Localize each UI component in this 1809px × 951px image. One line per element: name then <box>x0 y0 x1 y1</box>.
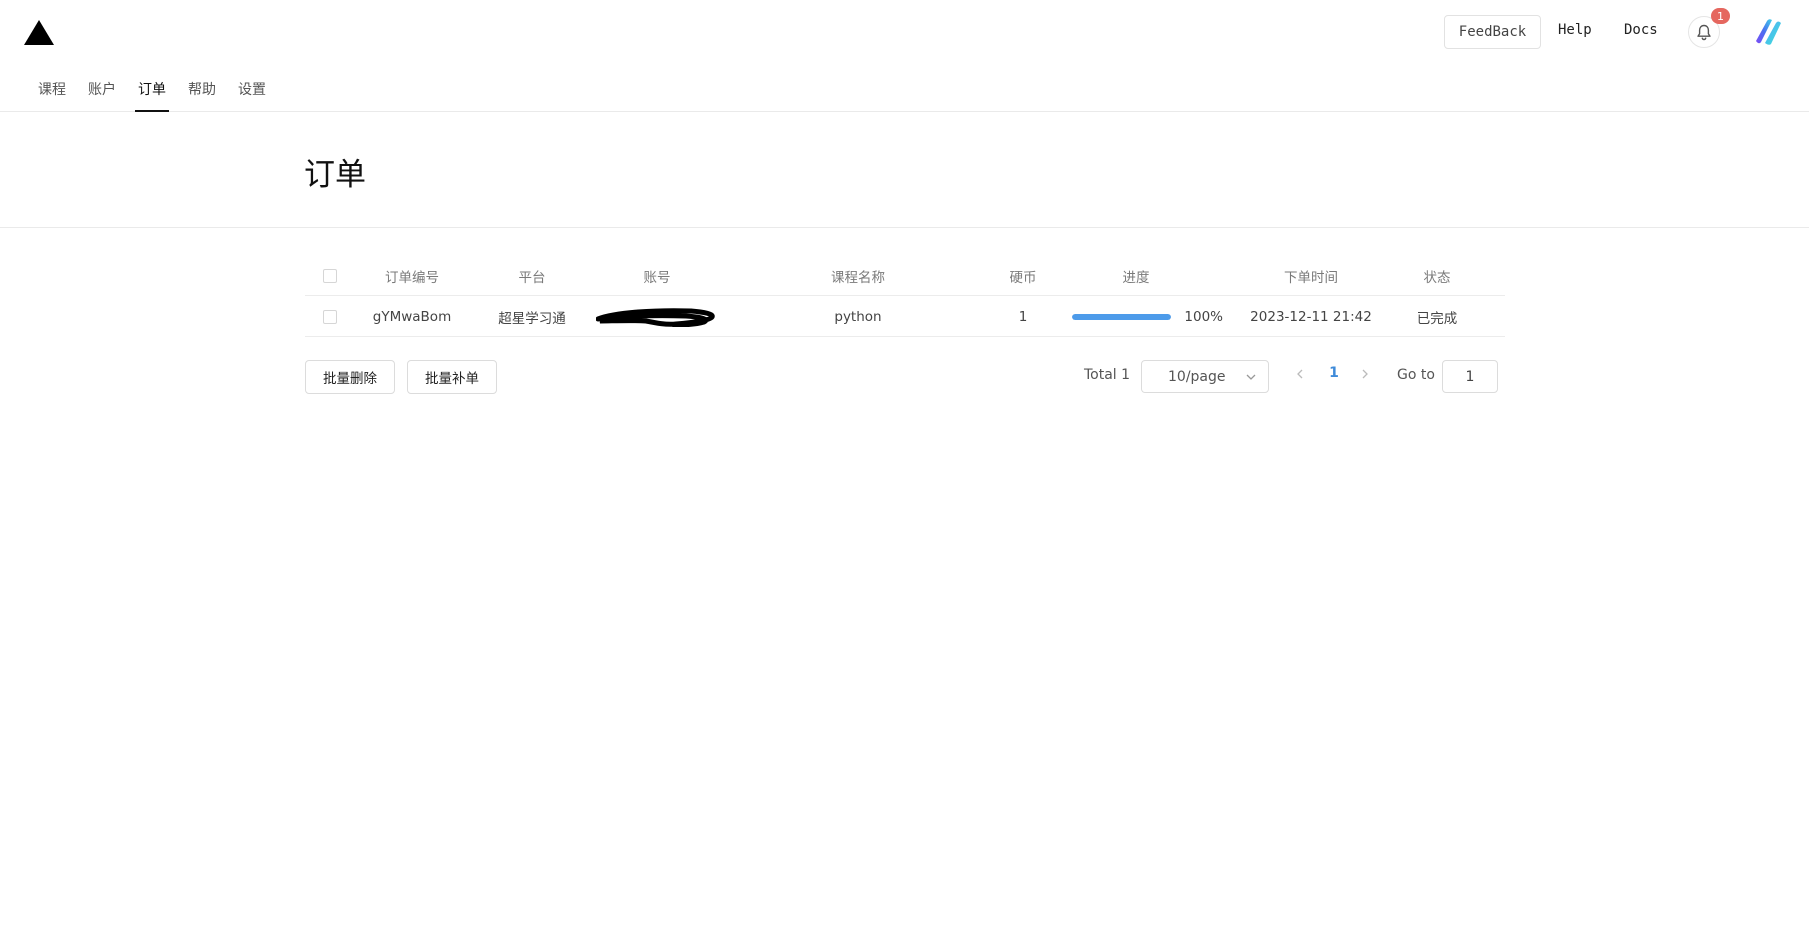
gradient-avatar-icon[interactable] <box>1752 15 1786 49</box>
column-header-order-id[interactable]: 订单编号 <box>355 255 469 296</box>
nav-item-courses[interactable]: 课程 <box>27 74 77 112</box>
current-page-number[interactable]: 1 <box>1325 365 1343 381</box>
help-link[interactable]: Help <box>1558 22 1592 38</box>
top-header: FeedBack Help Docs 1 课程 账户 订单 帮助 设置 <box>0 0 1809 112</box>
orders-table: 订单编号 平台 账号 课程名称 硬币 进度 下单时间 状态 gYMwaBom 超… <box>305 255 1505 337</box>
account-cell <box>595 296 719 337</box>
goto-label: Go to <box>1397 367 1435 383</box>
page-size-value: 10/page <box>1168 369 1226 385</box>
progress-bar-fill <box>1072 313 1172 320</box>
bell-icon <box>1697 24 1711 40</box>
next-page-icon[interactable] <box>1359 367 1371 381</box>
goto-page-input[interactable] <box>1442 360 1498 393</box>
page-title-band: 订单 <box>0 113 1809 228</box>
pagination-total: Total 1 <box>1084 367 1131 383</box>
prev-page-icon[interactable] <box>1294 367 1306 381</box>
page-title: 订单 <box>304 157 366 193</box>
coins-cell: 1 <box>1018 308 1028 325</box>
status-cell: 已完成 <box>1416 310 1458 327</box>
progress-bar <box>1072 313 1172 320</box>
table-row[interactable]: gYMwaBom 超星学习通 python 1 100% 2023-12-11 … <box>305 296 1505 337</box>
select-all-checkbox[interactable] <box>323 268 337 283</box>
column-header-account[interactable]: 账号 <box>595 255 719 296</box>
progress-text: 100% <box>1184 308 1223 325</box>
column-header-order-time[interactable]: 下单时间 <box>1223 255 1399 296</box>
progress-cell: 100% <box>1049 296 1223 337</box>
column-header-platform[interactable]: 平台 <box>469 255 595 296</box>
feedback-button[interactable]: FeedBack <box>1444 15 1541 49</box>
chevron-down-icon <box>1246 374 1256 380</box>
main-nav: 课程 账户 订单 帮助 设置 <box>27 74 277 112</box>
course-cell: python <box>834 308 882 325</box>
column-header-progress[interactable]: 进度 <box>1049 255 1223 296</box>
platform-cell: 超星学习通 <box>498 310 566 327</box>
nav-item-help[interactable]: 帮助 <box>177 74 227 112</box>
order-id-cell: gYMwaBom <box>372 308 452 325</box>
column-header-status[interactable]: 状态 <box>1399 255 1475 296</box>
row-checkbox[interactable] <box>323 309 337 324</box>
page-size-select[interactable]: 10/page <box>1141 360 1269 393</box>
order-time-cell: 2023-12-11 21:42 <box>1250 308 1372 325</box>
column-header-coins[interactable]: 硬币 <box>997 255 1049 296</box>
column-header-course[interactable]: 课程名称 <box>719 255 997 296</box>
nav-item-account[interactable]: 账户 <box>77 74 127 112</box>
nav-item-settings[interactable]: 设置 <box>227 74 277 112</box>
redacted-scribble-icon <box>596 307 715 327</box>
nav-item-orders[interactable]: 订单 <box>127 74 177 112</box>
table-header-row: 订单编号 平台 账号 课程名称 硬币 进度 下单时间 状态 <box>305 255 1505 296</box>
notification-badge: 1 <box>1711 8 1730 24</box>
batch-supplement-button[interactable]: 批量补单 <box>407 360 497 394</box>
triangle-logo-icon[interactable] <box>23 18 55 46</box>
docs-link[interactable]: Docs <box>1624 22 1658 38</box>
batch-delete-button[interactable]: 批量删除 <box>305 360 395 394</box>
